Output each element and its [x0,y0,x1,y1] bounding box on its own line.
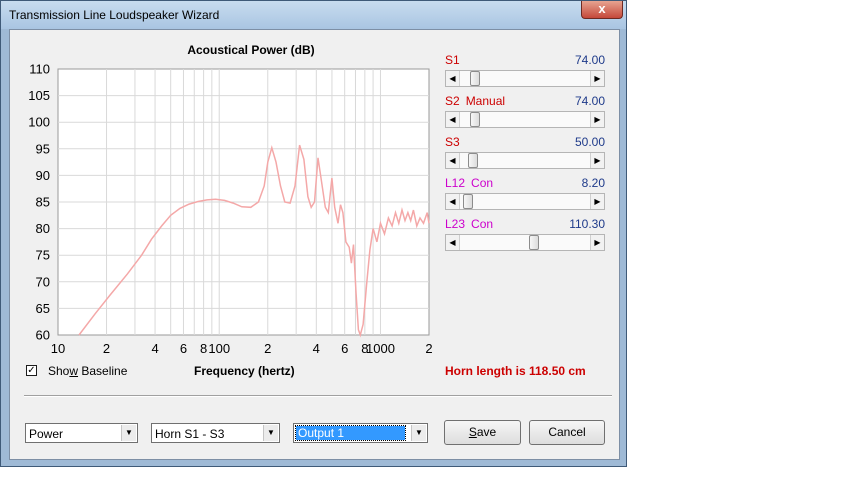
arrow-left-icon[interactable]: ◀ [446,235,460,250]
slider-value: 8.20 [581,176,605,190]
slider-track[interactable]: ◀ ▶ [445,234,605,251]
slider-name: S2 [445,94,460,108]
view-dropdown-value: Power [29,427,64,441]
chevron-down-icon[interactable]: ▼ [263,425,278,441]
slider-group-l23: L23 Con 110.30 ◀ ▶ [445,217,605,253]
slider-thumb[interactable] [462,194,473,209]
y-tick-label: 105 [28,88,50,103]
cancel-button[interactable]: Cancel [529,420,605,445]
arrow-right-icon[interactable]: ▶ [590,71,604,86]
x-tick-label: 2 [425,341,432,356]
x-axis-label: Frequency (hertz) [194,364,295,378]
y-tick-label: 100 [28,115,50,130]
slider-thumb[interactable] [467,153,478,168]
slider-name: S1 [445,53,460,67]
x-tick-label: 8 [200,341,207,356]
slider-value: 50.00 [574,135,605,149]
show-baseline-mnemonic: w [69,364,79,378]
slider-group-s3: S3 50.00 ◀ ▶ [445,135,605,171]
slider-value: 74.00 [574,53,605,67]
title-bar[interactable]: Transmission Line Loudspeaker Wizard x [1,1,626,29]
slider-label: S2 Manual [445,94,505,108]
x-tick-label: 4 [151,341,158,356]
y-tick-label: 85 [36,195,50,210]
slider-group-s1: S1 74.00 ◀ ▶ [445,53,605,89]
dialog-client-area: Acoustical Power (dB) 110 105 100 95 90 85 80 7… [9,29,620,460]
separator [24,395,612,397]
slider-mode: Manual [465,94,506,108]
y-tick-label: 95 [36,141,50,156]
show-baseline-label-b: Baseline [78,364,128,378]
slider-name: L23 [445,217,466,231]
slider-label: L12 Con [445,176,493,190]
output-dropdown-value: Output 1 [295,425,406,441]
slider-label: S1 [445,53,466,67]
slider-track[interactable]: ◀ ▶ [445,70,605,87]
output-dropdown[interactable]: Output 1 ▼ [293,423,428,443]
close-button[interactable]: x [581,1,623,19]
x-tick-label: 2 [264,341,271,356]
save-mnemonic: S [468,425,477,439]
x-tick-labels: 10 2 4 6 8 100 2 4 6 81000 2 [51,341,433,356]
window-title: Transmission Line Loudspeaker Wizard [9,8,220,22]
save-label: ave [476,425,497,439]
show-baseline-label-a: Sho [48,364,70,378]
x-tick-label: 1000 [366,341,395,356]
save-button[interactable]: Save [444,420,521,445]
slider-group-l12: L12 Con 8.20 ◀ ▶ [445,176,605,212]
x-tick-label: 4 [313,341,320,356]
x-tick-label: 100 [208,341,230,356]
arrow-right-icon[interactable]: ▶ [590,194,604,209]
slider-track[interactable]: ◀ ▶ [445,193,605,210]
arrow-right-icon[interactable]: ▶ [590,153,604,168]
x-tick-label: 6 [341,341,348,356]
slider-thumb[interactable] [528,235,539,250]
y-tick-label: 80 [36,221,50,236]
slider-thumb[interactable] [469,71,480,86]
chevron-down-icon[interactable]: ▼ [411,425,426,441]
slider-name: S3 [445,135,460,149]
slider-mode: Con [471,176,494,190]
slider-value: 110.30 [569,217,605,231]
slider-label: S3 [445,135,466,149]
slider-value: 74.00 [574,94,605,108]
y-tick-label: 110 [29,62,50,77]
y-tick-label: 70 [36,274,50,289]
power-chart: 1101051009590858075706560 10 2 4 6 8 100 2 4 6 81… [28,62,433,357]
show-baseline-label[interactable]: Show Baseline [48,364,127,378]
x-tick-label: 10 [51,341,65,356]
horn-length-text: Horn length is 118.50 cm [445,364,586,378]
chevron-down-icon[interactable]: ▼ [121,425,136,441]
slider-track[interactable]: ◀ ▶ [445,152,605,169]
arrow-right-icon[interactable]: ▶ [590,235,604,250]
section-dropdown[interactable]: Horn S1 - S3 ▼ [151,423,280,443]
slider-label: L23 Con [445,217,493,231]
arrow-right-icon[interactable]: ▶ [590,112,604,127]
view-dropdown[interactable]: Power ▼ [25,423,138,443]
slider-group-s2: S2 Manual 74.00 ◀ ▶ [445,94,605,130]
y-tick-label: 75 [36,248,50,263]
show-baseline-checkbox[interactable]: ✓ [26,365,37,376]
x-tick-label: 2 [103,341,110,356]
slider-mode: Con [471,217,494,231]
arrow-left-icon[interactable]: ◀ [446,112,460,127]
x-tick-label: 6 [180,341,187,356]
y-tick-label: 60 [36,328,50,343]
y-tick-label: 90 [36,168,50,183]
arrow-left-icon[interactable]: ◀ [446,153,460,168]
slider-name: L12 [445,176,466,190]
y-tick-labels: 110 105 100 95 90 85 80 75 70 65 60 [28,62,50,343]
arrow-left-icon[interactable]: ◀ [446,71,460,86]
y-tick-label: 65 [36,301,50,316]
slider-thumb[interactable] [469,112,480,127]
slider-track[interactable]: ◀ ▶ [445,111,605,128]
section-dropdown-value: Horn S1 - S3 [155,427,225,441]
arrow-left-icon[interactable]: ◀ [446,194,460,209]
dialog-window: Transmission Line Loudspeaker Wizard x A… [0,0,627,467]
